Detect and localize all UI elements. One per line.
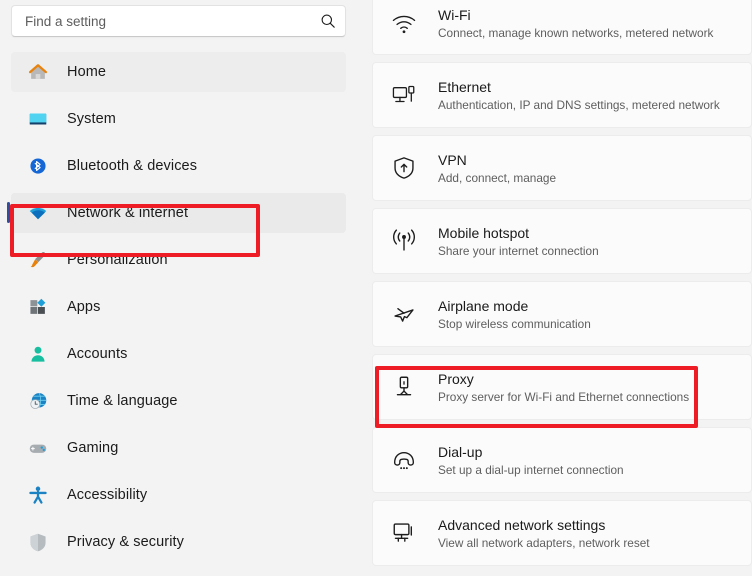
sidebar-item-accessibility[interactable]: Accessibility: [11, 475, 346, 515]
settings-card-title: Mobile hotspot: [438, 224, 530, 241]
advanced-network-icon: [391, 520, 417, 546]
sidebar-item-accounts[interactable]: Accounts: [11, 334, 346, 374]
sidebar-item-label: Home: [67, 64, 107, 80]
settings-window: Home System Bluetooth & devices Network & i…: [0, 0, 752, 576]
gamepad-icon: [27, 437, 49, 459]
settings-card-subtitle: View all network adapters, network reset: [438, 535, 650, 550]
sidebar-nav: Home System Bluetooth & devices Network & i…: [0, 52, 360, 562]
settings-card-advanced-network-settings[interactable]: Advanced network settings View all networ…: [372, 500, 752, 566]
sidebar-item-label: Accounts: [67, 346, 128, 362]
sidebar-item-label: Apps: [67, 299, 101, 315]
ethernet-icon: [391, 82, 417, 108]
settings-card-vpn[interactable]: VPN Add, connect, manage: [372, 135, 752, 201]
settings-card-subtitle: Add, connect, manage: [438, 170, 557, 185]
search-icon[interactable]: [320, 13, 336, 29]
settings-card-title: Proxy: [438, 370, 474, 387]
settings-card-subtitle: Share your internet connection: [438, 243, 599, 258]
search-input[interactable]: [25, 13, 320, 29]
sidebar-item-network-internet[interactable]: Network & internet: [7, 193, 346, 233]
settings-card-text: Mobile hotspot Share your internet connec…: [438, 224, 599, 259]
sidebar-item-time-language[interactable]: Time & language: [11, 381, 346, 421]
search-box[interactable]: [11, 5, 346, 37]
wifi-icon: [391, 11, 417, 37]
sidebar-item-system[interactable]: System: [11, 99, 346, 139]
settings-card-subtitle: Proxy server for Wi-Fi and Ethernet conn…: [438, 389, 690, 404]
settings-card-text: Ethernet Authentication, IP and DNS setti…: [438, 78, 720, 113]
settings-card-mobile-hotspot[interactable]: Mobile hotspot Share your internet connec…: [372, 208, 752, 274]
settings-card-text: Proxy Proxy server for Wi-Fi and Ethernet…: [438, 370, 689, 405]
system-icon: [27, 108, 49, 130]
account-person-icon: [27, 343, 49, 365]
settings-card-title: Wi-Fi: [438, 7, 471, 23]
settings-card-airplane-mode[interactable]: Airplane mode Stop wireless communication: [372, 281, 752, 347]
sidebar: Home System Bluetooth & devices Network & i…: [0, 0, 360, 576]
sidebar-item-personalization[interactable]: Personalization: [11, 240, 346, 280]
clock-globe-icon: [27, 390, 49, 412]
sidebar-item-home[interactable]: Home: [11, 52, 346, 92]
sidebar-item-gaming[interactable]: Gaming: [11, 428, 346, 468]
settings-card-title: Advanced network settings: [438, 516, 606, 533]
sidebar-item-privacy-security[interactable]: Privacy & security: [11, 522, 346, 562]
sidebar-item-apps[interactable]: Apps: [11, 287, 346, 327]
settings-card-subtitle: Set up a dial-up internet connection: [438, 462, 624, 477]
sidebar-item-label: Gaming: [67, 440, 119, 456]
sidebar-item-label: Time & language: [67, 393, 178, 409]
settings-card-title: Ethernet: [438, 78, 491, 95]
sidebar-item-label: Bluetooth & devices: [67, 158, 198, 174]
proxy-server-icon: [391, 374, 417, 400]
settings-card-subtitle: Connect, manage known networks, metered …: [438, 26, 714, 40]
dialup-phone-icon: [391, 447, 417, 473]
sidebar-item-label: System: [67, 111, 116, 127]
bluetooth-icon: [27, 155, 49, 177]
vpn-shield-icon: [391, 155, 417, 181]
settings-card-text: Dial-up Set up a dial-up internet connect…: [438, 443, 624, 478]
settings-card-title: Airplane mode: [438, 297, 529, 314]
main-content: Wi-Fi Connect, manage known networks, met…: [360, 0, 752, 576]
sidebar-item-label: Network & internet: [67, 205, 189, 221]
settings-card-ethernet[interactable]: Ethernet Authentication, IP and DNS setti…: [372, 62, 752, 128]
accessibility-icon: [27, 484, 49, 506]
settings-card-text: Wi-Fi Connect, manage known networks, met…: [438, 6, 713, 41]
settings-card-title: Dial-up: [438, 443, 483, 460]
settings-card-text: Airplane mode Stop wireless communication: [438, 297, 591, 332]
sidebar-item-label: Personalization: [67, 252, 168, 268]
paintbrush-icon: [27, 249, 49, 271]
settings-card-wi-fi[interactable]: Wi-Fi Connect, manage known networks, met…: [372, 0, 752, 55]
home-icon: [27, 61, 49, 83]
sidebar-item-label: Accessibility: [67, 487, 148, 503]
sidebar-item-label: Privacy & security: [67, 534, 185, 550]
network-wifi-icon: [27, 202, 49, 224]
settings-card-text: VPN Add, connect, manage: [438, 151, 556, 186]
sidebar-item-bluetooth-devices[interactable]: Bluetooth & devices: [11, 146, 346, 186]
settings-card-subtitle: Stop wireless communication: [438, 316, 591, 331]
search-container: [0, 0, 360, 37]
settings-card-dial-up[interactable]: Dial-up Set up a dial-up internet connect…: [372, 427, 752, 493]
settings-card-proxy[interactable]: Proxy Proxy server for Wi-Fi and Ethernet…: [372, 354, 752, 420]
hotspot-antenna-icon: [391, 228, 417, 254]
shield-icon: [27, 531, 49, 553]
airplane-icon: [391, 301, 417, 327]
apps-icon: [27, 296, 49, 318]
settings-card-subtitle: Authentication, IP and DNS settings, met…: [438, 97, 720, 112]
settings-card-text: Advanced network settings View all networ…: [438, 516, 650, 551]
settings-card-title: VPN: [438, 151, 467, 168]
